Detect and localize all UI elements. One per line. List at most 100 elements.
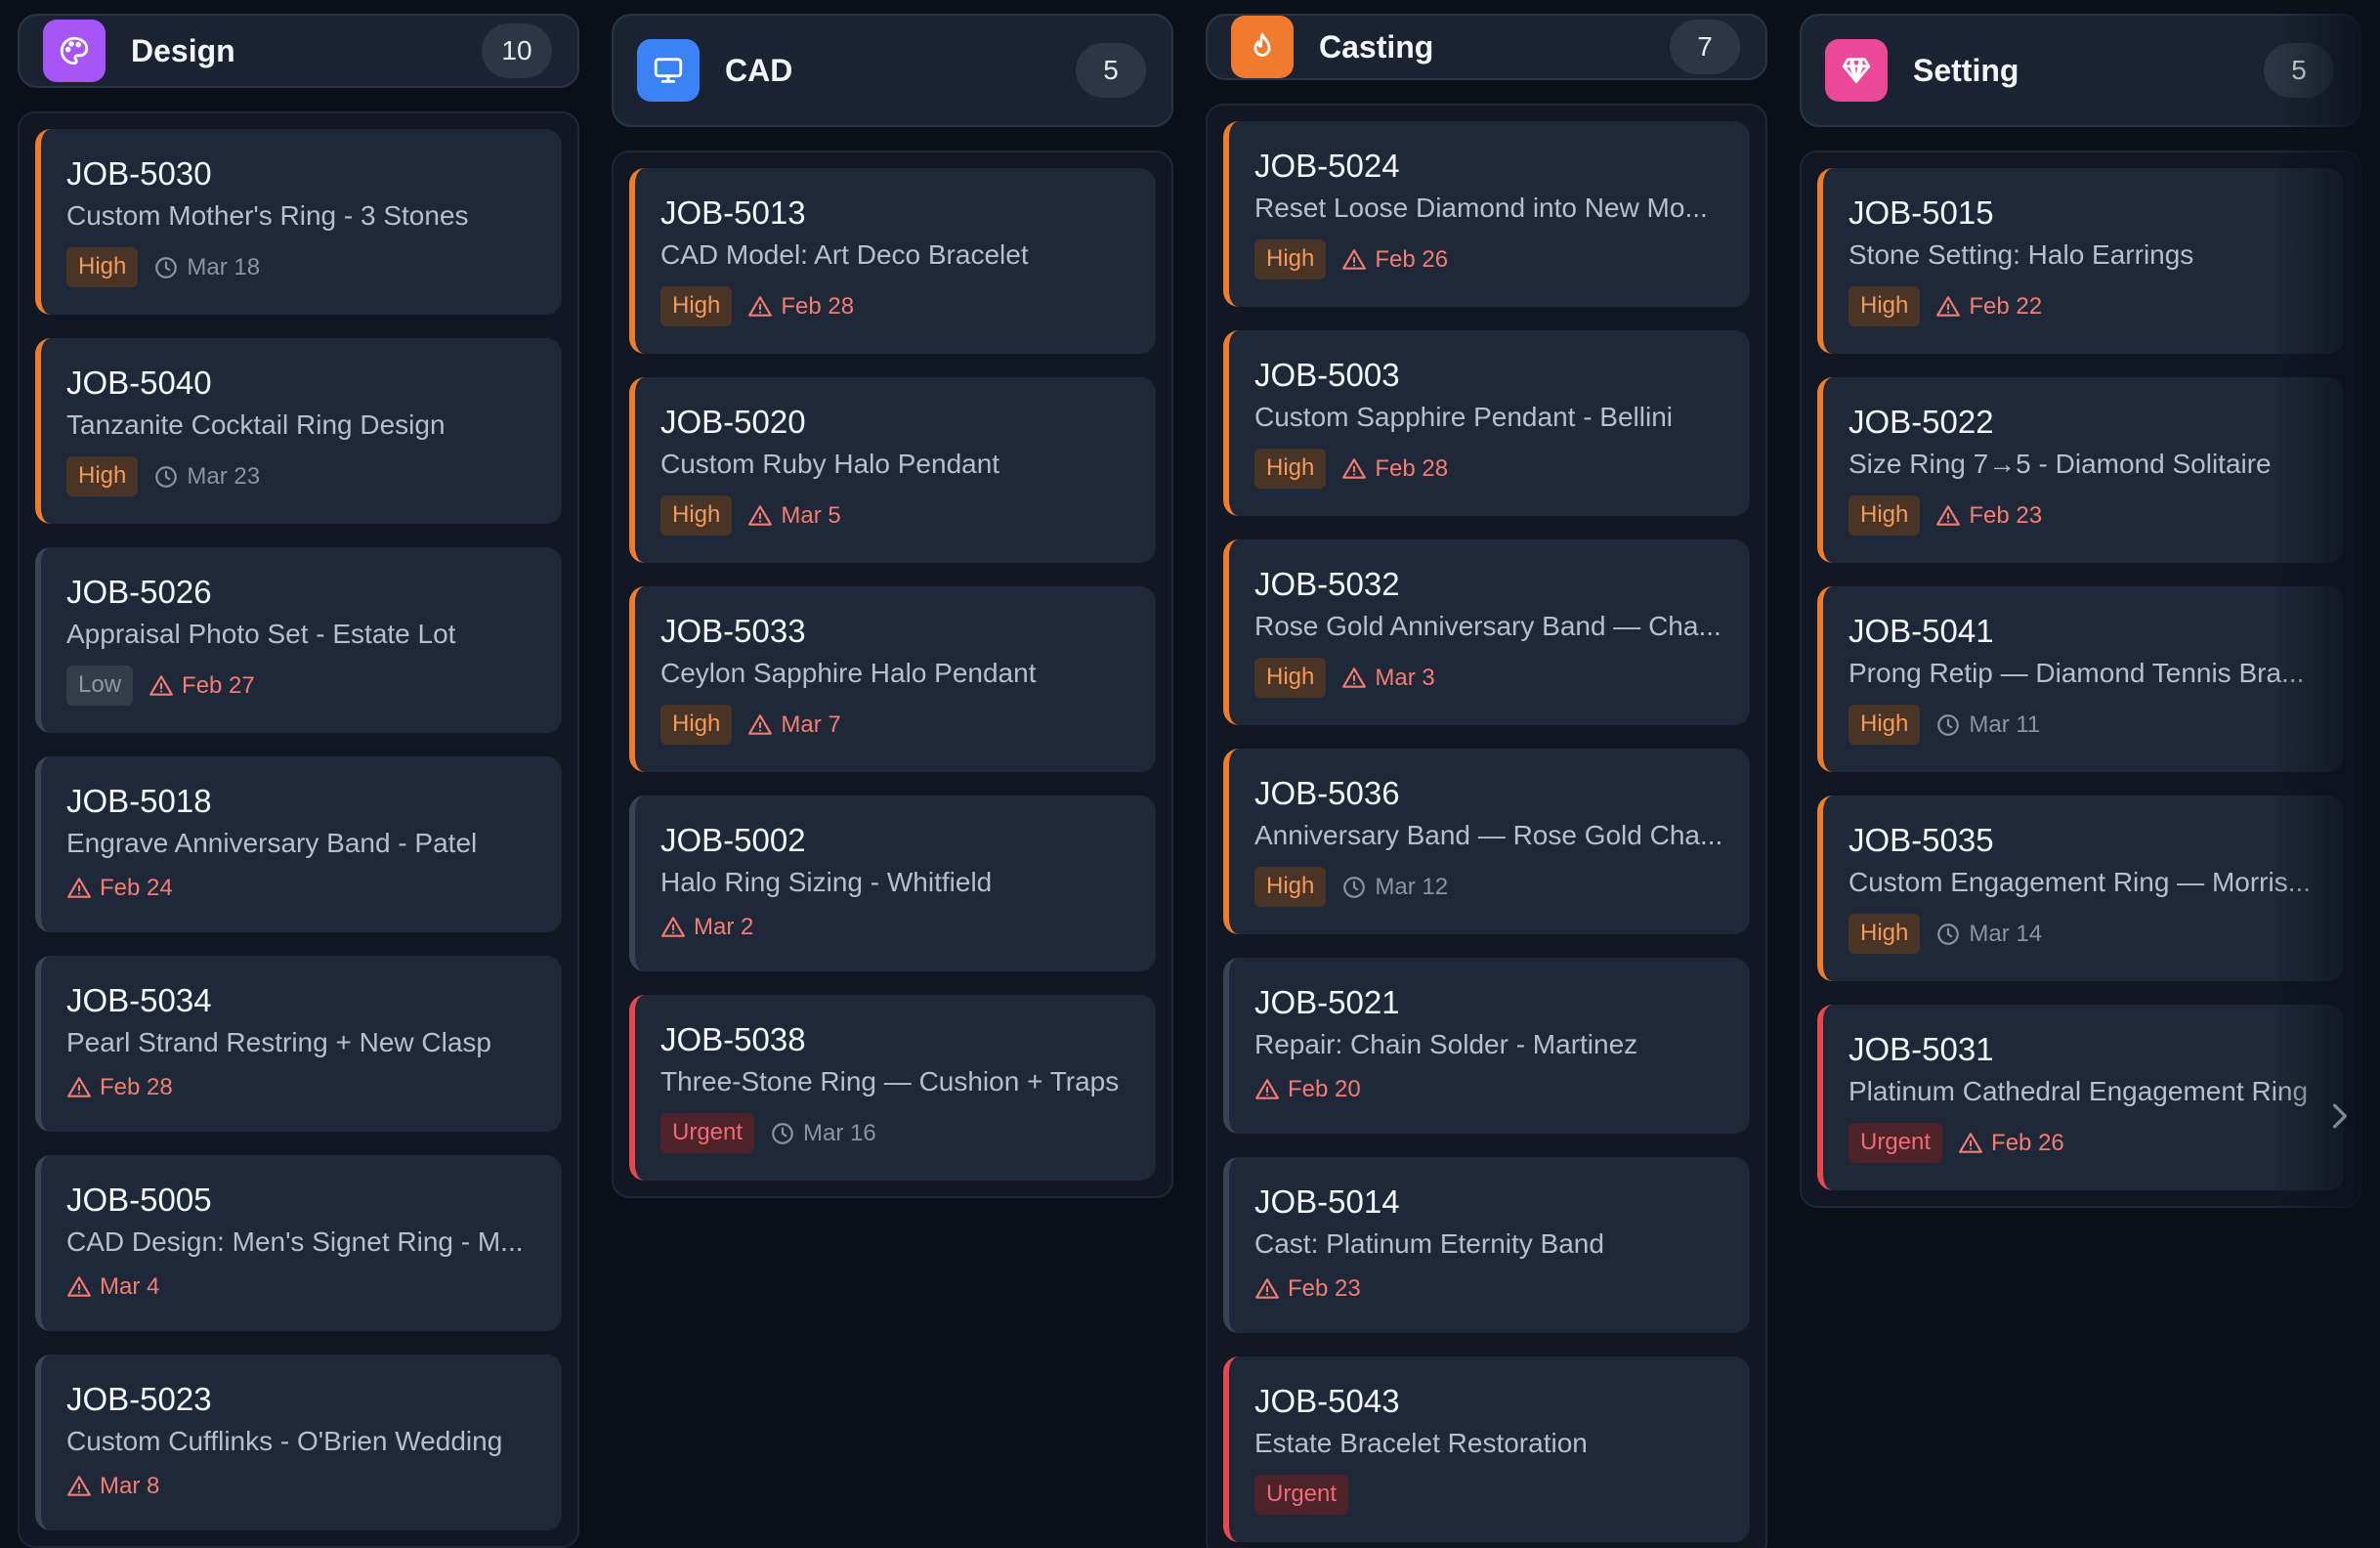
job-card[interactable]: JOB-5013 CAD Model: Art Deco Bracelet High… [629, 168, 1156, 354]
priority-badge: Urgent [1254, 1475, 1349, 1515]
job-meta: High Mar 3 [1254, 658, 1724, 698]
due-date: Mar 4 [66, 1273, 159, 1301]
due-date: Mar 12 [1341, 874, 1448, 901]
due-date: Mar 5 [747, 501, 841, 530]
job-title: Custom Mother's Ring - 3 Stones [66, 199, 469, 231]
column-body-casting[interactable]: JOB-5024 Reset Loose Diamond into New Mo.… [1206, 104, 1767, 1548]
job-card[interactable]: JOB-5030 Custom Mother's Ring - 3 Stones H… [35, 129, 562, 315]
due-date-text: Mar 4 [100, 1273, 160, 1301]
warning-icon [1935, 503, 1961, 529]
job-card[interactable]: JOB-5038 Three-Stone Ring — Cushion + Tra… [629, 995, 1156, 1181]
job-meta: Feb 23 [1254, 1275, 1724, 1303]
job-title: Custom Engagement Ring — Morris... [1849, 866, 2312, 897]
job-card[interactable]: JOB-5020 Custom Ruby Halo Pendant High Mar … [629, 377, 1156, 563]
job-card[interactable]: JOB-5015 Stone Setting: Halo Earrings High… [1817, 168, 2344, 354]
job-card[interactable]: JOB-5041 Prong Retip — Diamond Tennis Bra… [1817, 586, 2344, 772]
job-meta: Mar 2 [660, 914, 1130, 941]
job-card[interactable]: JOB-5034 Pearl Strand Restring + New Clas… [35, 956, 562, 1132]
job-card[interactable]: JOB-5002 Halo Ring Sizing - Whitfield Mar … [629, 796, 1156, 971]
kanban-board: Design 10 JOB-5030 Custom Mother's Ring - 3… [0, 0, 2380, 1548]
due-date: Feb 23 [1254, 1275, 1361, 1303]
gem-icon [1825, 39, 1888, 102]
job-card[interactable]: JOB-5023 Custom Cufflinks - O'Brien Weddi… [35, 1354, 562, 1530]
job-card[interactable]: JOB-5035 Custom Engagement Ring — Morris.… [1817, 796, 2344, 981]
job-title: Rose Gold Anniversary Band — Cha... [1254, 610, 1721, 641]
due-date-text: Mar 5 [781, 501, 841, 529]
due-date: Feb 26 [1341, 246, 1448, 274]
priority-badge: Urgent [1849, 1123, 1943, 1163]
job-card[interactable]: JOB-5024 Reset Loose Diamond into New Mo.… [1223, 121, 1750, 307]
job-meta: High Mar 23 [66, 456, 536, 496]
chevron-right-icon[interactable] [2325, 1095, 2355, 1138]
job-title: Estate Bracelet Restoration [1254, 1427, 1588, 1458]
priority-badge: High [1254, 658, 1327, 698]
job-title: Prong Retip — Diamond Tennis Bra... [1849, 657, 2305, 688]
job-meta: Mar 4 [66, 1273, 536, 1301]
job-card[interactable]: JOB-5033 Ceylon Sapphire Halo Pendant High… [629, 586, 1156, 772]
due-date: Feb 22 [1935, 293, 2042, 321]
column-body-design[interactable]: JOB-5030 Custom Mother's Ring - 3 Stones H… [18, 111, 579, 1548]
job-title: Engrave Anniversary Band - Patel [66, 827, 478, 858]
column-body-cad[interactable]: JOB-5013 CAD Model: Art Deco Bracelet High… [612, 150, 1173, 1198]
column-title: Casting [1319, 28, 1434, 64]
job-id: JOB-5026 [66, 574, 212, 610]
job-card[interactable]: JOB-5031 Platinum Cathedral Engagement Ri… [1817, 1005, 2344, 1190]
priority-badge: Urgent [660, 1113, 755, 1153]
priority-badge: High [660, 495, 733, 536]
column-cad: CAD 5 JOB-5013 CAD Model: Art Deco Bracelet… [612, 14, 1173, 1548]
due-date: Mar 23 [153, 463, 260, 491]
job-id: JOB-5014 [1254, 1183, 1400, 1220]
warning-icon [66, 876, 92, 901]
job-card[interactable]: JOB-5005 CAD Design: Men's Signet Ring - … [35, 1155, 562, 1331]
due-date-text: Feb 28 [781, 292, 855, 320]
due-date-text: Feb 28 [100, 1074, 173, 1101]
job-card[interactable]: JOB-5036 Anniversary Band — Rose Gold Cha… [1223, 749, 1750, 934]
job-id: JOB-5032 [1254, 566, 1400, 602]
job-card[interactable]: JOB-5040 Tanzanite Cocktail Ring Design Hi… [35, 338, 562, 524]
job-id: JOB-5022 [1849, 404, 1994, 440]
job-card[interactable]: JOB-5003 Custom Sapphire Pendant - Bellin… [1223, 330, 1750, 516]
job-id: JOB-5020 [660, 404, 806, 440]
warning-icon [1341, 666, 1367, 691]
priority-badge: High [1254, 239, 1327, 280]
job-id: JOB-5005 [66, 1182, 212, 1218]
job-card[interactable]: JOB-5026 Appraisal Photo Set - Estate Lot… [35, 547, 562, 733]
due-date-text: Feb 22 [1969, 292, 2043, 320]
job-title: Platinum Cathedral Engagement Ring [1849, 1075, 2309, 1106]
due-date: Feb 23 [1935, 502, 2042, 530]
job-id: JOB-5034 [66, 982, 212, 1018]
priority-badge: High [1254, 449, 1327, 489]
flame-icon [1231, 16, 1294, 78]
due-date: Mar 18 [153, 254, 260, 281]
job-title: Reset Loose Diamond into New Mo... [1254, 192, 1708, 223]
job-card[interactable]: JOB-5022 Size Ring 7→5 - Diamond Solitair… [1817, 377, 2344, 563]
job-meta: High Mar 7 [660, 705, 1130, 745]
due-date: Feb 27 [149, 672, 255, 700]
job-title: Custom Sapphire Pendant - Bellini [1254, 401, 1674, 432]
due-date: Feb 28 [747, 293, 854, 321]
job-card[interactable]: JOB-5014 Cast: Platinum Eternity Band Feb … [1223, 1157, 1750, 1333]
job-card[interactable]: JOB-5032 Rose Gold Anniversary Band — Cha… [1223, 539, 1750, 725]
job-card[interactable]: JOB-5021 Repair: Chain Solder - Martinez F… [1223, 958, 1750, 1134]
clock-icon [153, 255, 179, 280]
priority-badge: High [1849, 705, 1921, 745]
column-header-design: Design 10 [18, 14, 579, 88]
due-date-text: Mar 11 [1969, 710, 2041, 738]
job-title: Anniversary Band — Rose Gold Cha... [1254, 819, 1723, 850]
job-card[interactable]: JOB-5018 Engrave Anniversary Band - Patel… [35, 756, 562, 932]
job-meta: Feb 20 [1254, 1076, 1724, 1103]
warning-icon [660, 915, 686, 940]
priority-badge: High [1849, 495, 1921, 536]
column-count-badge: 7 [1670, 20, 1740, 74]
priority-badge: High [1849, 914, 1921, 954]
job-id: JOB-5043 [1254, 1383, 1400, 1419]
job-id: JOB-5030 [66, 155, 212, 192]
due-date: Feb 28 [66, 1074, 173, 1101]
due-date-text: Mar 14 [1969, 920, 2043, 947]
due-date-text: Mar 7 [781, 710, 841, 738]
due-date-text: Mar 16 [803, 1119, 876, 1146]
job-card[interactable]: JOB-5043 Estate Bracelet Restoration Urgen… [1223, 1356, 1750, 1542]
column-body-setting[interactable]: JOB-5015 Stone Setting: Halo Earrings High… [1800, 150, 2361, 1208]
job-id: JOB-5041 [1849, 613, 1994, 649]
due-date-text: Mar 2 [694, 914, 754, 941]
